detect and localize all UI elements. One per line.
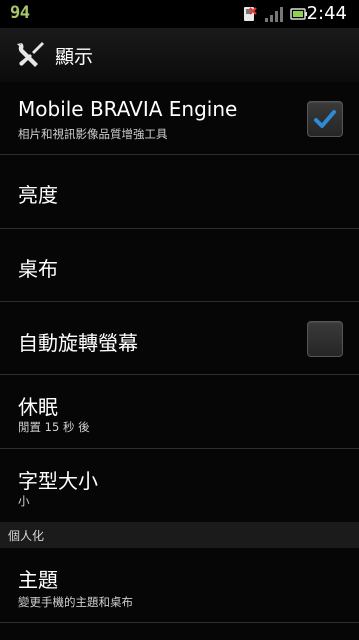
setting-sleep[interactable]: 休眠 閒置 15 秒 後 [0, 375, 359, 449]
setting-title: 桌布 [18, 257, 58, 281]
setting-auto-rotate[interactable]: 自動旋轉螢幕 [0, 302, 359, 375]
check-icon [314, 110, 336, 128]
setting-title: 主題 [18, 568, 58, 592]
setting-title: 亮度 [18, 183, 58, 207]
sim-error-icon [244, 7, 257, 21]
setting-subtitle: 相片和視訊影像品質增強工具 [18, 127, 168, 141]
section-header-personalization: 個人化 [0, 522, 359, 548]
bravia-checkbox[interactable] [307, 101, 343, 137]
settings-list: Mobile BRAVIA Engine 相片和視訊影像品質增強工具 亮度 桌布… [0, 82, 359, 623]
tools-icon [17, 42, 44, 67]
setting-wallpaper[interactable]: 桌布 [0, 229, 359, 302]
title-bar: 顯示 [0, 28, 359, 82]
signal-icon [265, 7, 283, 22]
setting-bravia-engine[interactable]: Mobile BRAVIA Engine 相片和視訊影像品質增強工具 [0, 82, 359, 155]
setting-title: Mobile BRAVIA Engine [18, 97, 238, 121]
setting-subtitle: 變更手機的主題和桌布 [18, 595, 133, 609]
setting-title: 自動旋轉螢幕 [18, 331, 138, 355]
setting-subtitle: 閒置 15 秒 後 [18, 420, 90, 434]
status-bar: 94 2:44 [0, 0, 359, 28]
setting-subtitle: 小 [18, 494, 30, 508]
setting-title: 休眠 [18, 395, 58, 419]
auto-rotate-checkbox[interactable] [307, 321, 343, 357]
clock: 2:44 [306, 3, 347, 24]
section-label: 個人化 [8, 529, 45, 543]
setting-font-size[interactable]: 字型大小 小 [0, 449, 359, 522]
setting-title: 字型大小 [18, 469, 98, 493]
setting-theme[interactable]: 主題 變更手機的主題和桌布 [0, 548, 359, 623]
settings-screen: 94 2:44 顯示 Mobile BRAVIA Engine 相片和視訊影像品… [0, 0, 359, 640]
page-title: 顯示 [55, 46, 94, 68]
status-indicator: 94 [10, 3, 30, 23]
setting-brightness[interactable]: 亮度 [0, 155, 359, 229]
battery-icon [290, 8, 307, 20]
